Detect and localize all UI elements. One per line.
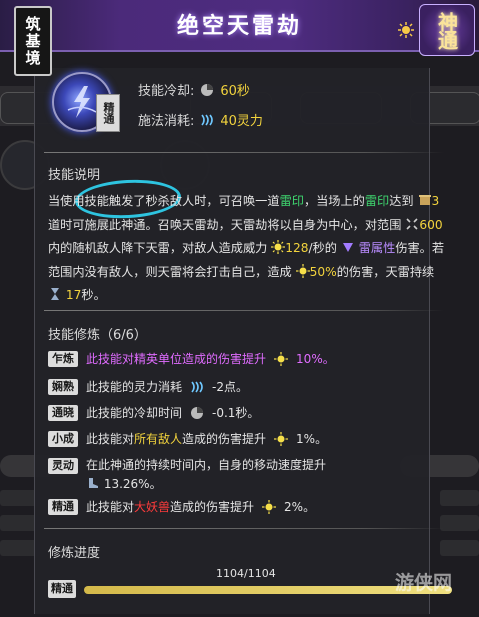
mod-text: 此技能对精英单位造成的伤害提升 bbox=[86, 350, 266, 367]
cost-row: 施法消耗: 40灵力 bbox=[138, 110, 263, 129]
rank-badge: 神通 bbox=[419, 4, 475, 56]
mod-badge: 乍炼 bbox=[48, 350, 78, 367]
mod-value: 1%。 bbox=[296, 432, 328, 446]
scroll-icon bbox=[418, 195, 431, 205]
clock-icon bbox=[201, 83, 214, 96]
mod-row: 灵动 在此神通的持续时间内，自身的移动速度提升 13.26%。 bbox=[48, 456, 416, 494]
spirit-energy-icon bbox=[191, 381, 203, 392]
mod-text-a: 此技能对 bbox=[86, 352, 135, 366]
bg-pill bbox=[440, 490, 479, 506]
mod-value: -2点。 bbox=[212, 380, 248, 394]
power-sun-icon bbox=[274, 351, 289, 366]
desc-text: 内的随机敌人降下天雷，对敌人造成威力 bbox=[48, 241, 268, 255]
boot-icon bbox=[89, 478, 98, 488]
progress-label: 1104/1104 bbox=[216, 567, 276, 580]
mod-value: -0.1秒。 bbox=[212, 406, 260, 420]
mod-badge: 小成 bbox=[48, 430, 78, 447]
divider bbox=[44, 528, 444, 529]
mod-text-hl: 所有敌人 bbox=[134, 432, 183, 446]
mod-text-b: 造成的伤害提升 bbox=[182, 432, 267, 446]
mod-text: 此技能对大妖兽造成的伤害提升 bbox=[86, 498, 254, 515]
desc-text: 秒。 bbox=[81, 288, 106, 302]
mod-text-a: 此技能对 bbox=[86, 432, 135, 446]
mod-text-b: 造成的伤害提升 bbox=[170, 500, 255, 514]
cooldown-row: 技能冷却: 60秒 bbox=[138, 80, 250, 99]
desc-number: 128 bbox=[285, 241, 309, 255]
divider bbox=[44, 152, 444, 153]
desc-keyword: 雷印 bbox=[364, 194, 390, 208]
description-title: 技能说明 bbox=[48, 168, 101, 183]
mod-text: 此技能对所有敌人造成的伤害提升 bbox=[86, 430, 266, 447]
thunder-element-icon bbox=[342, 243, 353, 252]
clock-icon bbox=[191, 406, 204, 419]
desc-text: 的伤害，天雷持续 bbox=[336, 264, 435, 279]
power-sun-icon bbox=[274, 431, 289, 446]
desc-text: ，当场上的 bbox=[303, 194, 365, 208]
power-sun-icon bbox=[271, 240, 286, 254]
bg-pill bbox=[440, 540, 479, 556]
desc-number: 50% bbox=[309, 264, 337, 279]
mod-text: 在此神通的持续时间内，自身的移动速度提升 13.26%。 bbox=[86, 456, 416, 494]
power-sun-icon bbox=[262, 499, 277, 514]
progress-level-tag: 精通 bbox=[48, 580, 76, 598]
skill-description: 当使用技能触发了秒杀敌人时，可召唤一道雷印，当场上的雷印达到 3道时可施展此神通… bbox=[48, 190, 448, 308]
mod-row: 乍炼 此技能对精英单位造成的伤害提升 10%。 bbox=[48, 350, 335, 367]
mod-row: 精通 此技能对大妖兽造成的伤害提升 2%。 bbox=[48, 498, 315, 515]
cost-label: 施法消耗: bbox=[138, 114, 195, 129]
mod-text-a: 此技能的冷却时间 bbox=[86, 406, 183, 420]
desc-text: 道时可施展此神通。召唤天雷劫，天雷劫将以自身为中心，对范围 bbox=[48, 217, 402, 232]
desc-number: 3 bbox=[431, 194, 440, 208]
cooldown-value: 60秒 bbox=[220, 84, 250, 99]
mod-value: 2%。 bbox=[284, 500, 316, 514]
desc-text: 达到 bbox=[389, 194, 414, 208]
desc-text: 当使用技能触发了秒杀敌人时，可召唤一道 bbox=[48, 194, 280, 208]
power-sun-icon bbox=[295, 263, 310, 278]
mod-badge: 通晓 bbox=[48, 404, 78, 421]
cost-value: 40灵力 bbox=[220, 114, 263, 129]
mod-row: 通晓 此技能的冷却时间 -0.1秒。 bbox=[48, 404, 259, 421]
mod-text-a: 此技能的灵力消耗 bbox=[86, 380, 183, 394]
mod-badge: 灵动 bbox=[48, 458, 78, 474]
divider bbox=[44, 310, 444, 311]
hourglass-icon bbox=[51, 288, 59, 300]
sun-icon bbox=[398, 22, 414, 38]
bg-pill bbox=[440, 515, 479, 531]
desc-number: 600 bbox=[419, 217, 443, 232]
mod-text-b: 造成的伤害提升 bbox=[182, 352, 267, 366]
desc-keyword: 雷印 bbox=[279, 194, 304, 208]
cooldown-label: 技能冷却: bbox=[138, 84, 195, 99]
mod-text-a: 在此神通的持续时间内，自身的移动速度提升 bbox=[86, 458, 327, 472]
spirit-energy-icon bbox=[201, 114, 214, 125]
progress-title: 修炼进度 bbox=[48, 546, 101, 561]
desc-element: 雷属性 bbox=[358, 241, 396, 255]
mods-title: 技能修炼（6/6） bbox=[48, 328, 147, 343]
mod-text-hl: 大妖兽 bbox=[134, 500, 171, 514]
range-icon bbox=[406, 217, 418, 230]
realm-badge: 筑基境 bbox=[14, 6, 52, 76]
mod-text-hl: 精英单位 bbox=[134, 352, 183, 366]
mod-badge: 娴熟 bbox=[48, 378, 78, 395]
skill-level-tag: 精通 bbox=[96, 94, 120, 132]
mod-row: 娴熟 此技能的灵力消耗 -2点。 bbox=[48, 378, 248, 395]
mod-row: 小成 此技能对所有敌人造成的伤害提升 1%。 bbox=[48, 430, 327, 447]
mod-value: 10%。 bbox=[296, 352, 335, 366]
desc-number: 17 bbox=[65, 288, 82, 302]
mod-value: 13.26%。 bbox=[103, 477, 162, 491]
mod-text-a: 此技能对 bbox=[86, 500, 135, 514]
desc-text: /秒的 bbox=[308, 241, 337, 255]
mod-badge: 精通 bbox=[48, 498, 78, 515]
watermark: 游侠网 bbox=[395, 572, 453, 594]
